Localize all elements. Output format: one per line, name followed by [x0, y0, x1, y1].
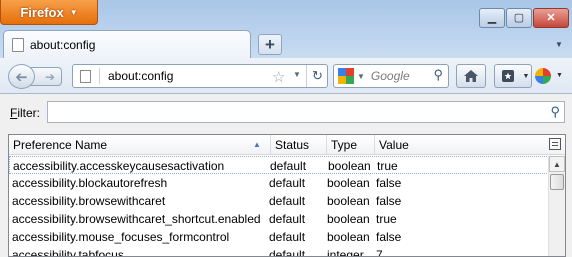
preference-name: accessibility.browsewithcaret	[12, 194, 166, 208]
addon-icon[interactable]	[535, 68, 551, 84]
search-input[interactable]	[370, 69, 431, 83]
preference-type: boolean	[327, 212, 370, 226]
bookmarks-dropdown-button[interactable]: ▼	[521, 64, 532, 88]
preference-value: 7	[376, 248, 383, 257]
column-header-type[interactable]: Type	[327, 135, 375, 155]
filter-box[interactable]: ⚲	[47, 101, 565, 123]
sort-ascending-icon: ▲	[253, 140, 261, 149]
table-row[interactable]: accessibility.accesskeycausesactivation …	[9, 156, 549, 174]
preference-status: default	[269, 176, 306, 190]
url-history-dropdown-icon[interactable]: ▼	[293, 70, 301, 79]
home-icon	[464, 70, 478, 82]
home-button[interactable]	[456, 64, 486, 88]
column-header-value[interactable]: Value	[375, 135, 543, 155]
maximize-button[interactable]: ▢	[506, 8, 532, 28]
preference-name: accessibility.blockautorefresh	[12, 176, 168, 190]
url-bar[interactable]: ☆ ▼ ↻	[72, 64, 328, 88]
tab-about-config[interactable]: about:config	[3, 30, 251, 58]
scroll-up-button[interactable]: ▲	[549, 156, 565, 172]
about-config-page: Filter: ⚲ Preference Name ▲ Status Type …	[0, 94, 572, 257]
back-arrow-icon: ➔	[15, 68, 28, 86]
preference-status: default	[269, 230, 306, 244]
preference-status: default	[270, 159, 307, 173]
table-row[interactable]: accessibility.blockautorefresh default b…	[9, 174, 549, 192]
table-body: accessibility.accesskeycausesactivation …	[9, 156, 549, 257]
chevron-up-icon: ▲	[553, 159, 561, 169]
firefox-menu-button[interactable]: Firefox ▼	[0, 0, 98, 25]
new-tab-button[interactable]: +	[258, 34, 282, 55]
page-icon	[12, 37, 24, 52]
close-button[interactable]: ✕	[533, 8, 569, 28]
back-button[interactable]: ➔	[8, 64, 35, 89]
column-header-status[interactable]: Status	[271, 135, 327, 155]
page-icon	[80, 69, 91, 83]
vertical-scrollbar[interactable]: ▲	[548, 156, 565, 256]
preference-type: boolean	[327, 230, 370, 244]
addon-dropdown-icon[interactable]: ▼	[556, 72, 563, 79]
url-input[interactable]	[108, 69, 258, 83]
maximize-icon: ▢	[513, 11, 525, 24]
close-icon: ✕	[546, 11, 556, 24]
preference-name: accessibility.accesskeycausesactivation	[13, 159, 225, 173]
search-bar[interactable]: ▼ ⚲	[333, 64, 449, 88]
preference-value: true	[376, 212, 397, 226]
preference-type: boolean	[327, 194, 370, 208]
reload-icon: ↻	[312, 68, 323, 83]
firefox-button-label: Firefox	[20, 4, 64, 20]
preference-name: accessibility.mouse_focuses_formcontrol	[12, 230, 230, 244]
bookmarks-icon	[502, 70, 514, 82]
url-separator	[99, 68, 100, 84]
preference-type: integer	[327, 248, 364, 257]
column-picker-icon[interactable]	[549, 138, 561, 150]
preference-value: false	[376, 176, 402, 190]
search-icon[interactable]: ⚲	[550, 104, 560, 120]
google-icon[interactable]	[338, 68, 354, 84]
preference-status: default	[269, 248, 306, 257]
chevron-down-icon: ▼	[522, 72, 530, 80]
tab-title: about:config	[30, 37, 96, 52]
preference-value: false	[376, 194, 402, 208]
minimize-icon: ▁	[487, 11, 497, 24]
preference-type: boolean	[328, 159, 371, 173]
table-row[interactable]: accessibility.mouse_focuses_formcontrol …	[9, 228, 549, 246]
bookmarks-button[interactable]	[494, 64, 522, 88]
reload-button[interactable]: ↻	[306, 65, 328, 87]
table-header: Preference Name ▲ Status Type Value	[9, 135, 565, 155]
forward-arrow-icon: ➔	[44, 69, 55, 84]
chevron-down-icon: ▼	[555, 40, 563, 49]
preference-name: accessibility.tabfocus	[12, 248, 124, 257]
preference-value: true	[377, 159, 398, 173]
search-engine-dropdown-icon[interactable]: ▼	[357, 72, 365, 81]
back-forward-group: ➔ ➔	[8, 64, 66, 89]
search-icon[interactable]: ⚲	[433, 67, 443, 83]
list-all-tabs-button[interactable]: ▼	[555, 40, 563, 49]
table-row[interactable]: accessibility.tabfocus default integer 7	[9, 246, 549, 257]
bookmark-star-icon[interactable]: ☆	[272, 68, 285, 86]
preferences-table[interactable]: Preference Name ▲ Status Type Value acce…	[8, 134, 566, 257]
preference-value: false	[376, 230, 402, 244]
filter-input[interactable]	[48, 102, 528, 122]
plus-icon: +	[265, 34, 275, 54]
title-bar: Firefox ▼ ▁ ▢ ✕ about:config + ▼	[0, 0, 572, 58]
preference-name: accessibility.browsewithcaret_shortcut.e…	[12, 212, 261, 226]
scrollbar-thumb[interactable]	[550, 174, 564, 190]
preference-status: default	[269, 212, 306, 226]
filter-row: Filter: ⚲	[0, 94, 572, 130]
minimize-button[interactable]: ▁	[479, 8, 505, 28]
column-header-preference-name[interactable]: Preference Name	[9, 135, 271, 155]
navigation-toolbar: ➔ ➔ ☆ ▼ ↻ ▼ ⚲ ▼ ▼	[0, 58, 572, 94]
preference-type: boolean	[327, 176, 370, 190]
table-row[interactable]: accessibility.browsewithcaret_shortcut.e…	[9, 210, 549, 228]
table-row[interactable]: accessibility.browsewithcaret default bo…	[9, 192, 549, 210]
chevron-down-icon: ▼	[69, 7, 78, 17]
filter-label: Filter:	[10, 106, 41, 120]
preference-status: default	[269, 194, 306, 208]
